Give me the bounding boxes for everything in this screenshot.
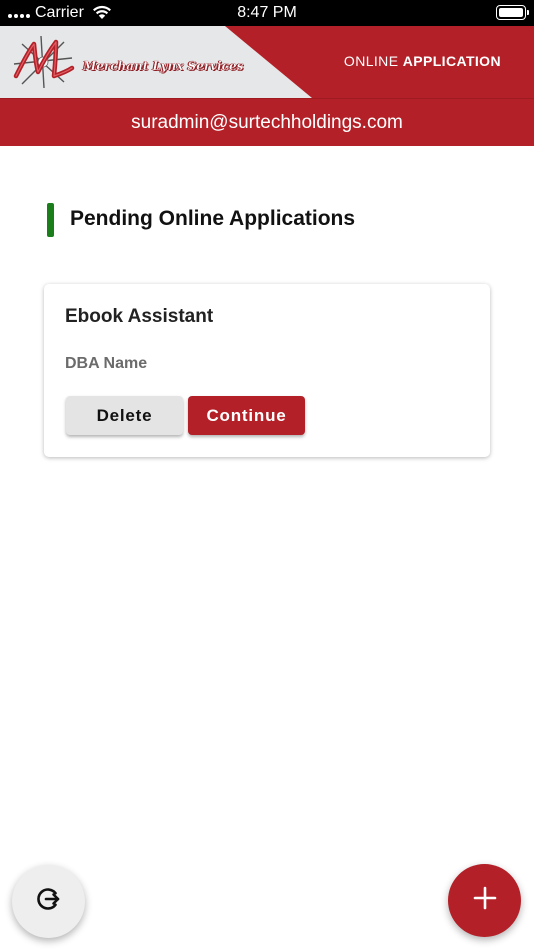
continue-button[interactable]: Continue: [188, 396, 305, 435]
application-card: Ebook Assistant DBA Name Delete Continue: [44, 284, 490, 457]
plus-icon: [473, 886, 497, 915]
logout-icon: [35, 885, 63, 918]
page-title: Pending Online Applications: [70, 207, 356, 230]
logo-area: Merchant Lynx Services: [0, 26, 312, 98]
section-accent-bar: [47, 203, 54, 237]
application-dba-name: DBA Name: [65, 355, 148, 372]
header-title: ONLINE APPLICATION: [344, 53, 501, 69]
logo-wordmark: Merchant Lynx Services: [83, 59, 244, 73]
clock: 8:47 PM: [237, 4, 297, 21]
app-header: Merchant Lynx Services ONLINE APPLICATIO…: [0, 26, 534, 98]
header-title-bold: APPLICATION: [402, 53, 501, 69]
application-title: Ebook Assistant: [65, 306, 214, 327]
user-email: suradmin@surtechholdings.com: [0, 98, 534, 146]
header-title-normal: ONLINE: [343, 53, 399, 69]
delete-button[interactable]: Delete: [66, 396, 183, 435]
logout-button[interactable]: [12, 865, 85, 938]
add-application-button[interactable]: [448, 864, 521, 937]
battery-icon: [496, 5, 529, 20]
status-bar: Carrier 8:47 PM: [0, 0, 534, 26]
merchant-lynx-logo: Merchant Lynx Services: [8, 34, 244, 90]
